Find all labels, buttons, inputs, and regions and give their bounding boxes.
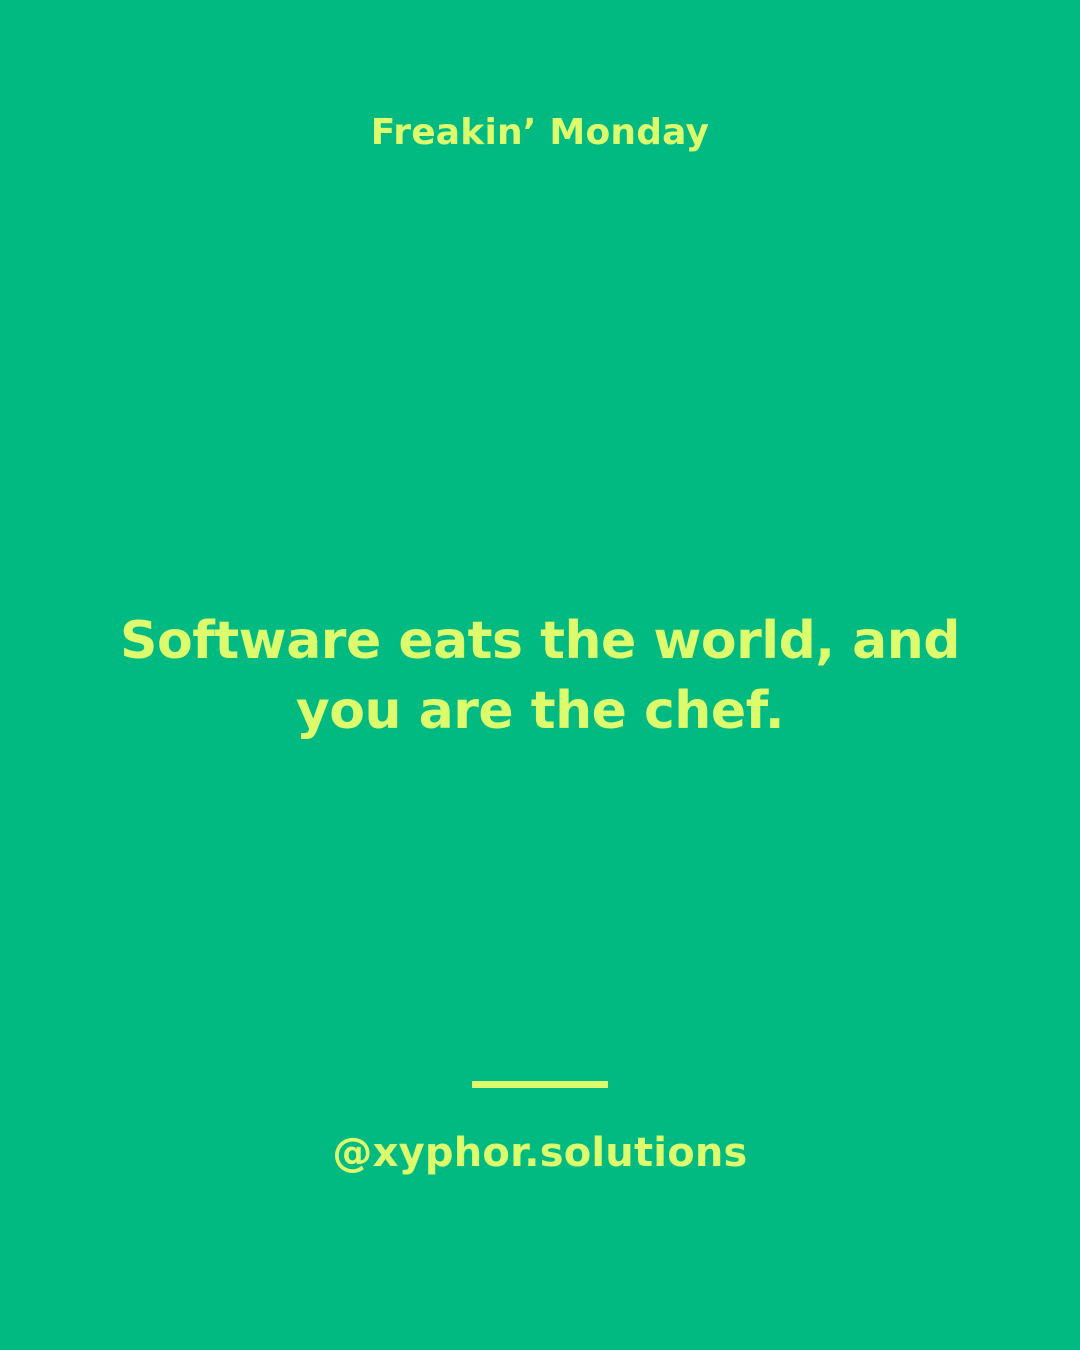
social-handle: @xyphor.solutions xyxy=(332,1130,748,1176)
divider-line xyxy=(472,1081,608,1088)
series-title: Freakin’ Monday xyxy=(370,112,710,153)
post-canvas: Freakin’ Monday Software eats the world,… xyxy=(0,0,1080,1350)
quote-text: Software eats the world, and you are the… xyxy=(120,611,960,741)
